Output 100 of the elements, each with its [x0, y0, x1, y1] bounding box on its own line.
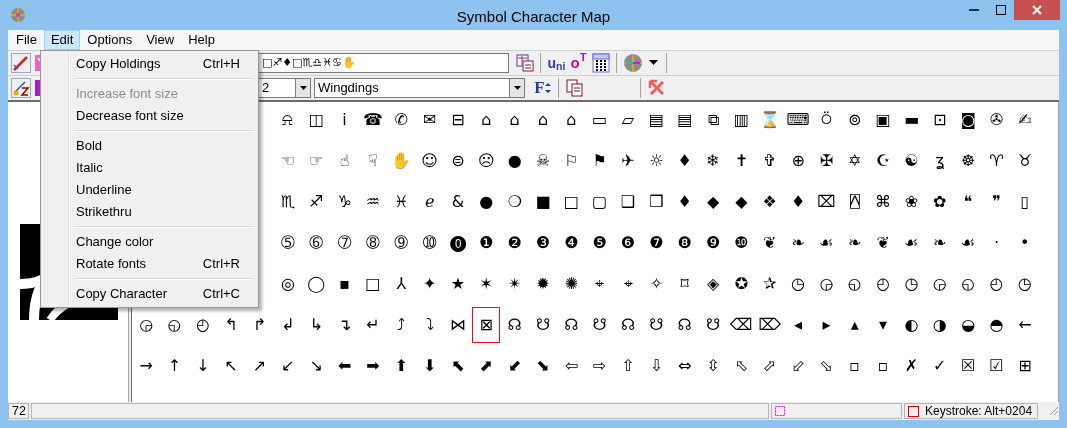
- character-cell[interactable]: ◯: [302, 266, 331, 302]
- character-cell[interactable]: ʓ: [925, 143, 954, 179]
- character-cell[interactable]: •: [1010, 225, 1039, 261]
- character-cell[interactable]: ❝: [953, 184, 983, 220]
- menu-item[interactable]: Copy Character Ctrl+C: [43, 283, 256, 305]
- character-cell[interactable]: ⬆: [387, 348, 416, 384]
- character-cell[interactable]: ▬: [897, 102, 926, 138]
- character-cell[interactable]: ➇: [358, 225, 388, 261]
- character-cell[interactable]: ▾: [868, 307, 898, 343]
- character-cell[interactable]: ▪: [330, 266, 359, 302]
- character-cell[interactable]: ❻: [613, 225, 643, 261]
- menu-item[interactable]: Rotate fonts Ctrl+R: [43, 253, 256, 275]
- menu-item[interactable]: Edit: [43, 30, 81, 50]
- copy-button[interactable]: [564, 77, 585, 99]
- character-cell[interactable]: ☋: [585, 307, 614, 343]
- character-cell[interactable]: ⅄: [387, 266, 416, 302]
- character-cell[interactable]: ♦: [670, 184, 699, 220]
- character-cell[interactable]: ▤: [670, 102, 699, 138]
- character-cell[interactable]: ✴: [500, 266, 529, 302]
- character-cell[interactable]: ❧: [840, 225, 869, 261]
- character-cell[interactable]: ✹: [528, 266, 558, 302]
- character-cell[interactable]: ⊠: [472, 307, 501, 343]
- character-cell[interactable]: ⬇: [415, 348, 444, 384]
- character-cell[interactable]: ✪: [727, 266, 756, 302]
- character-cell[interactable]: ▸: [812, 307, 841, 343]
- character-cell[interactable]: ❦: [868, 225, 898, 261]
- character-cell[interactable]: ✇: [982, 102, 1011, 138]
- character-cell[interactable]: ⚐: [557, 143, 586, 179]
- character-cell[interactable]: ☊: [500, 307, 529, 343]
- character-cell[interactable]: ▥: [727, 102, 756, 138]
- character-cell[interactable]: ⇳: [698, 348, 728, 384]
- character-cell[interactable]: ❺: [585, 225, 614, 261]
- character-cell[interactable]: ⌖: [613, 266, 643, 302]
- character-cell[interactable]: ❧: [783, 225, 813, 261]
- character-cell[interactable]: ➡: [358, 348, 388, 384]
- character-cell[interactable]: ⤴: [387, 307, 416, 343]
- character-cell[interactable]: ▭: [585, 102, 614, 138]
- character-cell[interactable]: ⇔: [670, 348, 699, 384]
- character-cell[interactable]: ▴: [840, 307, 869, 343]
- menu-item[interactable]: Help: [181, 30, 222, 50]
- character-cell[interactable]: ⊜: [443, 143, 473, 179]
- character-cell[interactable]: ⤵: [415, 307, 444, 343]
- character-cell[interactable]: ↗: [245, 348, 274, 384]
- character-cell[interactable]: ☠: [528, 143, 558, 179]
- character-cell[interactable]: ⇧: [613, 348, 643, 384]
- character-cell[interactable]: ⓿: [443, 225, 473, 261]
- character-cell[interactable]: ◫: [302, 102, 331, 138]
- toolbar-button[interactable]: [10, 77, 31, 99]
- character-cell[interactable]: ➄: [273, 225, 303, 261]
- character-cell[interactable]: ☊: [613, 307, 643, 343]
- character-cell[interactable]: ▫: [868, 348, 898, 384]
- character-cell[interactable]: ➈: [387, 225, 416, 261]
- character-cell[interactable]: ✠: [812, 143, 841, 179]
- character-cell[interactable]: ▣: [868, 102, 898, 138]
- character-cell[interactable]: ●: [472, 184, 501, 220]
- character-cell[interactable]: ➆: [330, 225, 359, 261]
- character-cell[interactable]: ☋: [698, 307, 728, 343]
- character-cell[interactable]: ✆: [387, 102, 416, 138]
- character-cell[interactable]: ⬅: [330, 348, 359, 384]
- character-cell[interactable]: ❀: [897, 184, 926, 220]
- character-cell[interactable]: ☙: [897, 225, 926, 261]
- menu-item[interactable]: View: [139, 30, 182, 50]
- character-cell[interactable]: ⅰ: [330, 102, 359, 138]
- character-cell[interactable]: ◆: [698, 184, 728, 220]
- character-cell[interactable]: ❧: [925, 225, 954, 261]
- character-cell[interactable]: →: [132, 348, 161, 384]
- character-cell[interactable]: ☞: [302, 143, 331, 179]
- character-cell[interactable]: ♈: [982, 143, 1011, 179]
- character-cell[interactable]: ⊟: [443, 102, 473, 138]
- character-cell[interactable]: ⬃: [783, 348, 813, 384]
- character-cell[interactable]: ➅: [302, 225, 331, 261]
- character-cell[interactable]: ☙: [953, 225, 983, 261]
- menu-item[interactable]: Strikethru: [43, 201, 256, 223]
- character-cell[interactable]: ▱: [613, 102, 643, 138]
- character-cell[interactable]: ⌂: [500, 102, 529, 138]
- character-cell[interactable]: ▯: [1010, 184, 1039, 220]
- character-cell[interactable]: ⬀: [755, 348, 784, 384]
- character-cell[interactable]: ⍾: [273, 102, 303, 138]
- character-cell[interactable]: ⌂: [528, 102, 558, 138]
- character-cell[interactable]: ❶: [472, 225, 501, 261]
- character-cell[interactable]: □: [557, 184, 586, 220]
- character-cell[interactable]: ◶: [925, 266, 954, 302]
- character-cell[interactable]: ●: [500, 143, 529, 179]
- character-cell[interactable]: ❼: [642, 225, 671, 261]
- character-cell[interactable]: ☝: [330, 143, 359, 179]
- character-cell[interactable]: ⌦: [755, 307, 784, 343]
- menu-item[interactable]: Italic: [43, 157, 256, 179]
- character-cell[interactable]: ◆: [727, 184, 756, 220]
- character-cell[interactable]: ⧉: [698, 102, 728, 138]
- character-cell[interactable]: ↲: [273, 307, 303, 343]
- character-cell[interactable]: ⊞: [1010, 348, 1039, 384]
- character-cell[interactable]: ☪: [868, 143, 898, 179]
- character-cell[interactable]: ❍: [500, 184, 529, 220]
- character-cell[interactable]: ✡: [840, 143, 869, 179]
- character-cell[interactable]: ◴: [868, 266, 898, 302]
- character-cell[interactable]: ↱: [245, 307, 274, 343]
- character-cell[interactable]: ✗: [897, 348, 926, 384]
- character-cell[interactable]: ☜: [273, 143, 303, 179]
- character-cell[interactable]: ✞: [755, 143, 784, 179]
- character-cell[interactable]: ☹: [472, 143, 501, 179]
